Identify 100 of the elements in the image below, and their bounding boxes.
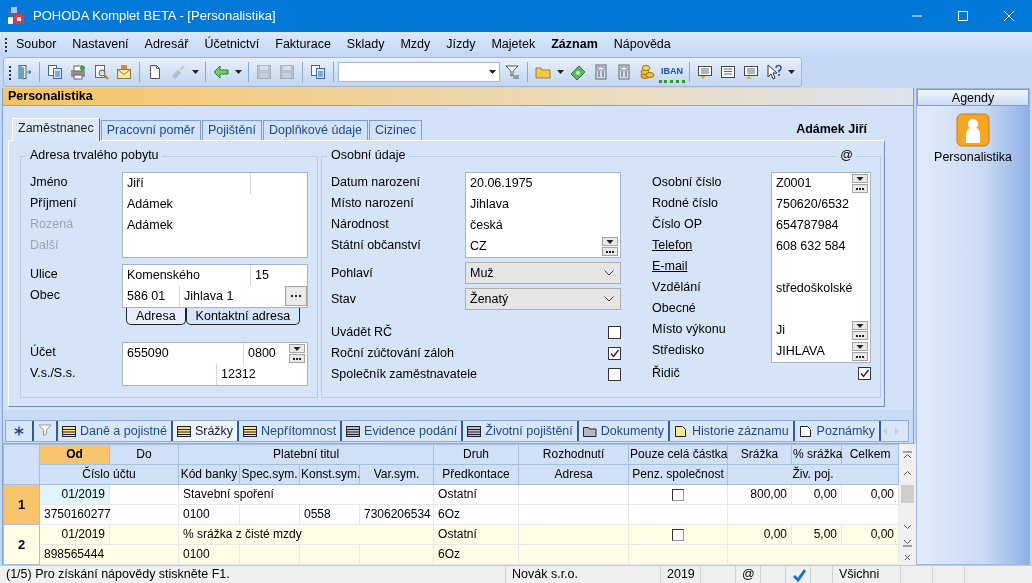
input-field[interactable]: Z0001 (772, 173, 852, 194)
tab[interactable]: Daně a pojistné (58, 421, 173, 441)
tab[interactable]: Historie záznamu (670, 421, 795, 441)
column-header[interactable]: Srážka (727, 444, 792, 465)
menu-item[interactable]: Sklady (338, 36, 393, 52)
menu-item[interactable]: Fakturace (267, 36, 339, 52)
dropdown[interactable]: Muž (465, 262, 621, 284)
checkbox[interactable] (858, 367, 871, 380)
input-field[interactable]: středoškolské (772, 278, 870, 299)
menu-item[interactable]: Adresář (136, 36, 197, 52)
tab[interactable]: Nepřítomnost (239, 421, 343, 441)
row-number[interactable]: 2 (3, 524, 40, 565)
column-header[interactable]: % srážka (791, 444, 842, 465)
menu-item[interactable]: Nápověda (605, 36, 679, 52)
column-header[interactable]: Druh (433, 444, 519, 465)
menu-item[interactable]: Účetnictví (196, 36, 268, 52)
checkbox[interactable] (608, 347, 621, 360)
scrollbar[interactable] (899, 444, 917, 565)
exit-icon[interactable] (16, 64, 32, 80)
checkbox[interactable] (608, 368, 621, 381)
input-field[interactable]: 608 632 584 (772, 236, 870, 257)
back-arrow-icon[interactable] (213, 64, 229, 80)
input-field[interactable]: 654787984 (772, 215, 870, 236)
printer-icon[interactable] (70, 64, 86, 80)
tab[interactable]: Evidence podání (342, 421, 464, 441)
input-field[interactable]: JIHLAVA (772, 341, 852, 362)
help-icon[interactable] (766, 64, 782, 80)
tab[interactable]: Cizinec (369, 120, 423, 140)
dropdown-button[interactable] (289, 344, 305, 353)
browse-button[interactable] (289, 354, 305, 363)
checkbox[interactable] (672, 529, 685, 542)
tab[interactable]: Doplňkové údaje (262, 120, 369, 140)
field-link[interactable]: Telefon (652, 235, 771, 256)
column-header[interactable]: Od (39, 444, 110, 465)
page-icon[interactable] (147, 64, 163, 80)
input-field[interactable]: CZ (466, 236, 602, 257)
input-field[interactable]: Komenského (123, 265, 250, 286)
group-title: Adresa trvalého pobytu (27, 148, 162, 163)
input-field[interactable]: 20.06.1975 (466, 173, 620, 194)
column-header[interactable]: Do (109, 444, 179, 465)
field-link[interactable]: E-mail (652, 256, 771, 277)
filter-icon (38, 424, 52, 438)
checkbox[interactable] (608, 326, 621, 339)
column-header[interactable]: Platební titul (178, 444, 434, 465)
tab[interactable]: Kontaktní adresa (185, 308, 301, 325)
chevron-icon (604, 270, 614, 276)
browse-button[interactable] (285, 286, 307, 306)
input-field[interactable]: Ji (772, 320, 852, 341)
caret-icon (856, 322, 864, 329)
close-icon[interactable] (1004, 11, 1014, 21)
browse-button[interactable] (852, 352, 868, 361)
tab[interactable]: Dokumenty (578, 421, 671, 441)
tab[interactable]: Adresa (126, 308, 186, 325)
caret-icon (856, 343, 864, 350)
tab[interactable]: Životní pojištění (463, 421, 579, 441)
browse-button[interactable] (852, 331, 868, 340)
input-field[interactable]: 12312 (216, 364, 307, 385)
dropdown-button[interactable] (852, 174, 868, 183)
input-field[interactable]: česká (466, 215, 620, 236)
dropdown-button[interactable] (602, 237, 618, 246)
checkbox[interactable] (672, 489, 685, 502)
input-field[interactable]: 655090 (123, 343, 243, 364)
browse-button[interactable] (602, 247, 618, 256)
menu-item[interactable]: Majetek (483, 36, 544, 52)
menu-item[interactable]: Mzdy (392, 36, 439, 52)
iban-button[interactable]: IBAN (659, 61, 685, 83)
menu-item[interactable]: Záznam (543, 36, 606, 52)
menu-item[interactable]: Soubor (8, 36, 65, 52)
input-field[interactable]: 586 01 (123, 286, 179, 307)
dropdown[interactable]: Ženatý (465, 288, 621, 310)
input-field[interactable]: Jiří (123, 173, 250, 194)
tab[interactable]: Srážky (172, 421, 240, 441)
copy-icon[interactable] (47, 64, 63, 80)
tab[interactable]: Zaměstnanec (12, 118, 100, 141)
agenda-item[interactable]: Personalistika (917, 106, 1029, 165)
tab[interactable]: Poznámky (794, 421, 881, 441)
input-field[interactable]: Adámek (123, 194, 307, 215)
tab[interactable]: Pracovní poměr (100, 120, 201, 140)
column-header[interactable]: Rozhodnutí (518, 444, 629, 465)
check-icon (609, 348, 620, 359)
ellipsis-icon (853, 353, 867, 360)
dropdown-button[interactable] (852, 321, 868, 330)
envelope-icon[interactable] (116, 64, 132, 80)
input-field[interactable]: 750620/6532 (772, 194, 870, 215)
field-label: Státní občanství (331, 237, 422, 254)
browse-button[interactable] (852, 184, 868, 193)
tab[interactable]: Pojištění (201, 120, 262, 140)
copy-icon[interactable] (310, 64, 326, 80)
maximize-icon[interactable] (958, 11, 968, 21)
menu-item[interactable]: Nastavení (64, 36, 137, 52)
input-field[interactable]: Jihlava (466, 194, 620, 215)
row-number[interactable]: 1 (3, 484, 40, 525)
panel-header[interactable]: Agendy (917, 89, 1029, 106)
preview-icon[interactable] (93, 64, 109, 80)
coins-icon[interactable] (639, 64, 655, 80)
filter-icon[interactable] (504, 64, 520, 80)
field-label: Osobní číslo (652, 174, 723, 191)
column-header[interactable]: Pouze celá částka (628, 444, 728, 465)
dropdown-button[interactable] (852, 342, 868, 351)
menu-item[interactable]: Jízdy (438, 36, 484, 52)
